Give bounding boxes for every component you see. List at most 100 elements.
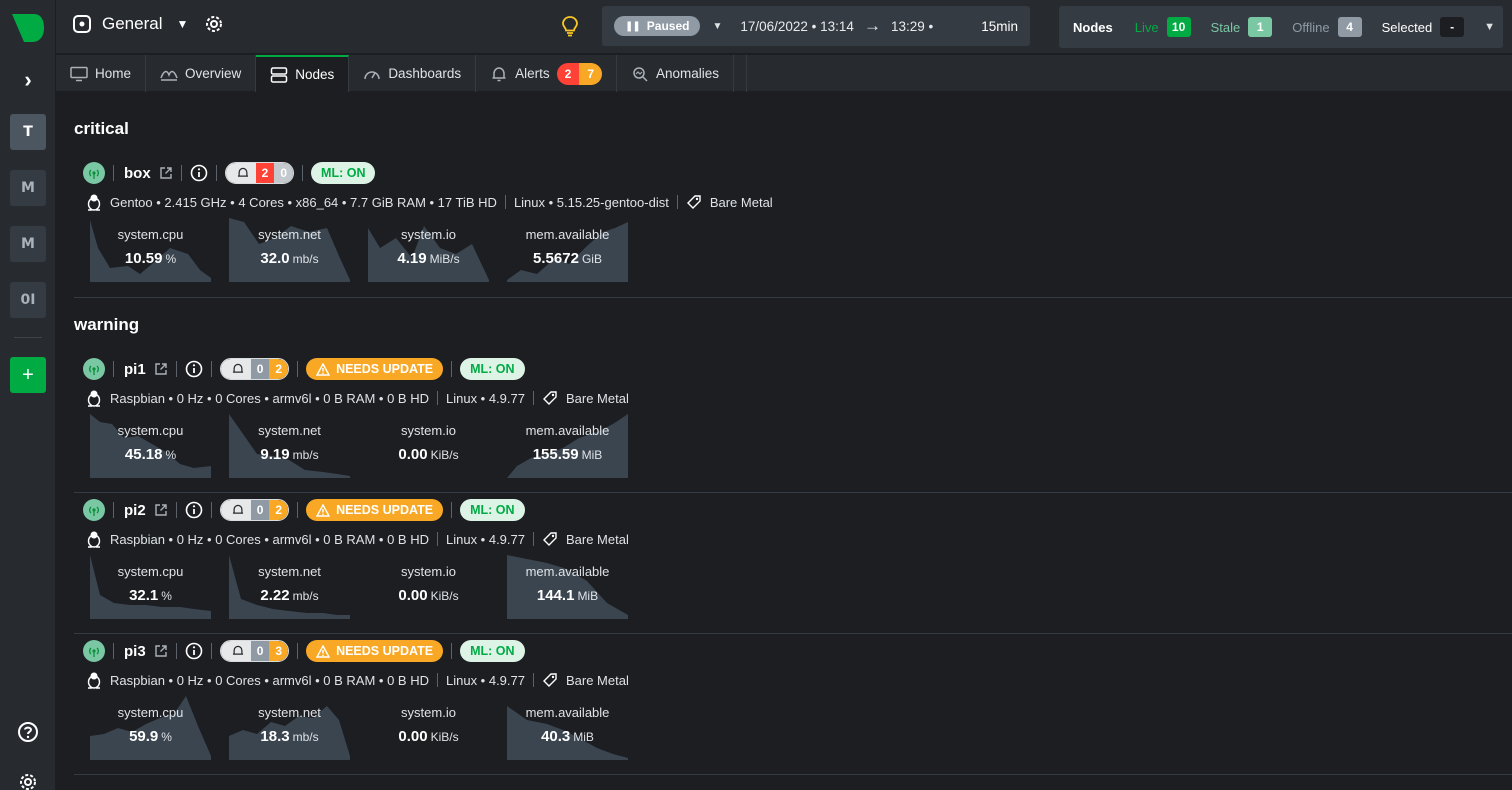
- divider: [297, 361, 299, 377]
- help-icon[interactable]: [17, 721, 39, 743]
- chart-name: mem.available: [525, 705, 610, 720]
- lightbulb-icon[interactable]: [558, 14, 582, 38]
- chevron-down-icon[interactable]: ▼: [712, 21, 722, 32]
- space-0i[interactable]: 0I: [10, 282, 46, 318]
- divider: [451, 502, 453, 518]
- tab-anomalies[interactable]: Anomalies: [617, 55, 735, 92]
- chart-value: 2.22 mb/s: [229, 587, 350, 604]
- chart-value-number: 32.1: [129, 587, 159, 604]
- add-space-button[interactable]: +: [10, 357, 46, 393]
- sparkline-chart[interactable]: mem.available 40.3 MiB: [507, 696, 628, 760]
- space-t[interactable]: T: [10, 114, 46, 150]
- sparkline-chart[interactable]: system.io 0.00 KiB/s: [368, 696, 489, 760]
- linux-tux-icon: [87, 672, 101, 689]
- sparkline-chart[interactable]: system.cpu 59.9%: [90, 696, 211, 760]
- sparkline-chart[interactable]: system.io 0.00 KiB/s: [368, 555, 489, 619]
- sparkline-chart[interactable]: system.cpu 10.59%: [90, 218, 211, 282]
- room-selector[interactable]: General ▼: [72, 14, 224, 34]
- node-name[interactable]: pi2: [124, 502, 146, 519]
- node-kernel-info: Linux • 4.9.77: [445, 672, 525, 688]
- external-link-icon[interactable]: [154, 503, 168, 517]
- divider: [113, 643, 114, 659]
- chart-value: 0.00 KiB/s: [368, 728, 489, 745]
- space-m1[interactable]: M: [10, 170, 46, 206]
- external-link-icon[interactable]: [159, 166, 173, 180]
- needs-update-badge[interactable]: NEEDS UPDATE: [306, 358, 444, 380]
- chart-value-unit: %: [165, 252, 177, 266]
- live-status-icon: [83, 358, 105, 380]
- playback-status-button[interactable]: ❚❚ Paused: [614, 16, 701, 36]
- sparkline-chart[interactable]: system.io 4.19 MiB/s: [368, 218, 489, 282]
- sparkline-chart[interactable]: mem.available 155.59 MiB: [507, 414, 628, 478]
- tab-home[interactable]: Home: [56, 55, 147, 92]
- gauge-icon: [364, 70, 381, 79]
- divider: [451, 361, 453, 377]
- chart-value-number: 40.3: [541, 728, 571, 745]
- info-icon[interactable]: [190, 164, 208, 182]
- tab-overview[interactable]: Overview: [146, 55, 257, 92]
- tab-dashboards[interactable]: Dashboards: [349, 55, 477, 92]
- chart-value: 0.00 KiB/s: [368, 587, 489, 604]
- sparkline-chart[interactable]: system.net 2.22 mb/s: [229, 555, 350, 619]
- netdata-logo[interactable]: [10, 12, 46, 44]
- rail-divider: [14, 337, 42, 338]
- chart-value: 45.18%: [90, 446, 211, 463]
- node-header: pi3 0 3 NEEDS UPDATE ML: ON: [74, 638, 1512, 664]
- needs-update-badge[interactable]: NEEDS UPDATE: [306, 640, 444, 662]
- sparkline-chart[interactable]: system.cpu 32.1%: [90, 555, 211, 619]
- sparkline-chart[interactable]: mem.available 144.1 MiB: [507, 555, 628, 619]
- node-alerts-pill[interactable]: 0 3: [219, 640, 290, 662]
- stale-count-badge[interactable]: 1: [1248, 17, 1273, 37]
- tab-alerts[interactable]: Alerts 2 7: [476, 55, 617, 92]
- linux-tux-icon: [87, 194, 101, 211]
- chevron-down-icon[interactable]: ▼: [176, 17, 188, 31]
- time-range-picker[interactable]: ❚❚ Paused ▼ 17/06/2022 • 13:14 → 13:29 •…: [602, 6, 1030, 46]
- live-count-badge[interactable]: 10: [1166, 17, 1191, 37]
- selected-count-badge[interactable]: -: [1440, 17, 1465, 37]
- chevron-down-icon[interactable]: ▼: [1484, 21, 1495, 33]
- chart-value-unit: %: [165, 448, 177, 462]
- tab-nodes[interactable]: Nodes: [256, 55, 350, 92]
- chart-value-number: 59.9: [129, 728, 159, 745]
- sparkline-chart[interactable]: system.net 9.19 mb/s: [229, 414, 350, 478]
- node-platform: Bare Metal: [565, 672, 629, 688]
- chart-value-number: 9.19: [260, 446, 290, 463]
- divider: [180, 165, 182, 181]
- space-m2[interactable]: M: [10, 226, 46, 262]
- chart-value: 4.19 MiB/s: [368, 250, 489, 267]
- ml-status-badge[interactable]: ML: ON: [460, 499, 525, 521]
- node-alerts-pill[interactable]: 0 2: [219, 358, 290, 380]
- node-card-box: box 2 0 ML: ON Gentoo • 2.415 GHz • 4 Co…: [74, 160, 1512, 298]
- sparkline-chart[interactable]: system.net 18.3 mb/s: [229, 696, 350, 760]
- settings-gear-icon[interactable]: [17, 771, 39, 790]
- ml-status-badge[interactable]: ML: ON: [460, 640, 525, 662]
- node-card-pi3: pi3 0 3 NEEDS UPDATE ML: ON Raspbian • 0…: [74, 638, 1512, 775]
- chart-value-unit: MiB: [577, 589, 599, 603]
- stale-label[interactable]: Stale: [1211, 20, 1241, 35]
- needs-update-badge[interactable]: NEEDS UPDATE: [306, 499, 444, 521]
- selected-label[interactable]: Selected: [1382, 20, 1433, 35]
- needs-update-label: NEEDS UPDATE: [336, 362, 434, 376]
- node-name[interactable]: box: [124, 165, 151, 182]
- info-icon[interactable]: [185, 360, 203, 378]
- info-icon[interactable]: [185, 642, 203, 660]
- external-link-icon[interactable]: [154, 362, 168, 376]
- expand-sidebar-icon[interactable]: ›: [16, 68, 40, 92]
- info-icon[interactable]: [185, 501, 203, 519]
- sparkline-chart[interactable]: system.io 0.00 KiB/s: [368, 414, 489, 478]
- offline-label[interactable]: Offline: [1292, 20, 1329, 35]
- ml-status-badge[interactable]: ML: ON: [311, 162, 376, 184]
- node-name[interactable]: pi1: [124, 361, 146, 378]
- sparkline-chart[interactable]: system.net 32.0 mb/s: [229, 218, 350, 282]
- external-link-icon[interactable]: [154, 644, 168, 658]
- room-settings-gear-icon[interactable]: [204, 14, 224, 34]
- offline-count-badge[interactable]: 4: [1337, 17, 1362, 37]
- node-name[interactable]: pi3: [124, 643, 146, 660]
- group-title-critical: critical: [74, 119, 129, 138]
- node-alerts-pill[interactable]: 0 2: [219, 499, 290, 521]
- ml-status-badge[interactable]: ML: ON: [460, 358, 525, 380]
- node-alerts-pill[interactable]: 2 0: [224, 162, 295, 184]
- live-label[interactable]: Live: [1135, 20, 1159, 35]
- sparkline-chart[interactable]: mem.available 5.5672 GiB: [507, 218, 628, 282]
- sparkline-chart[interactable]: system.cpu 45.18%: [90, 414, 211, 478]
